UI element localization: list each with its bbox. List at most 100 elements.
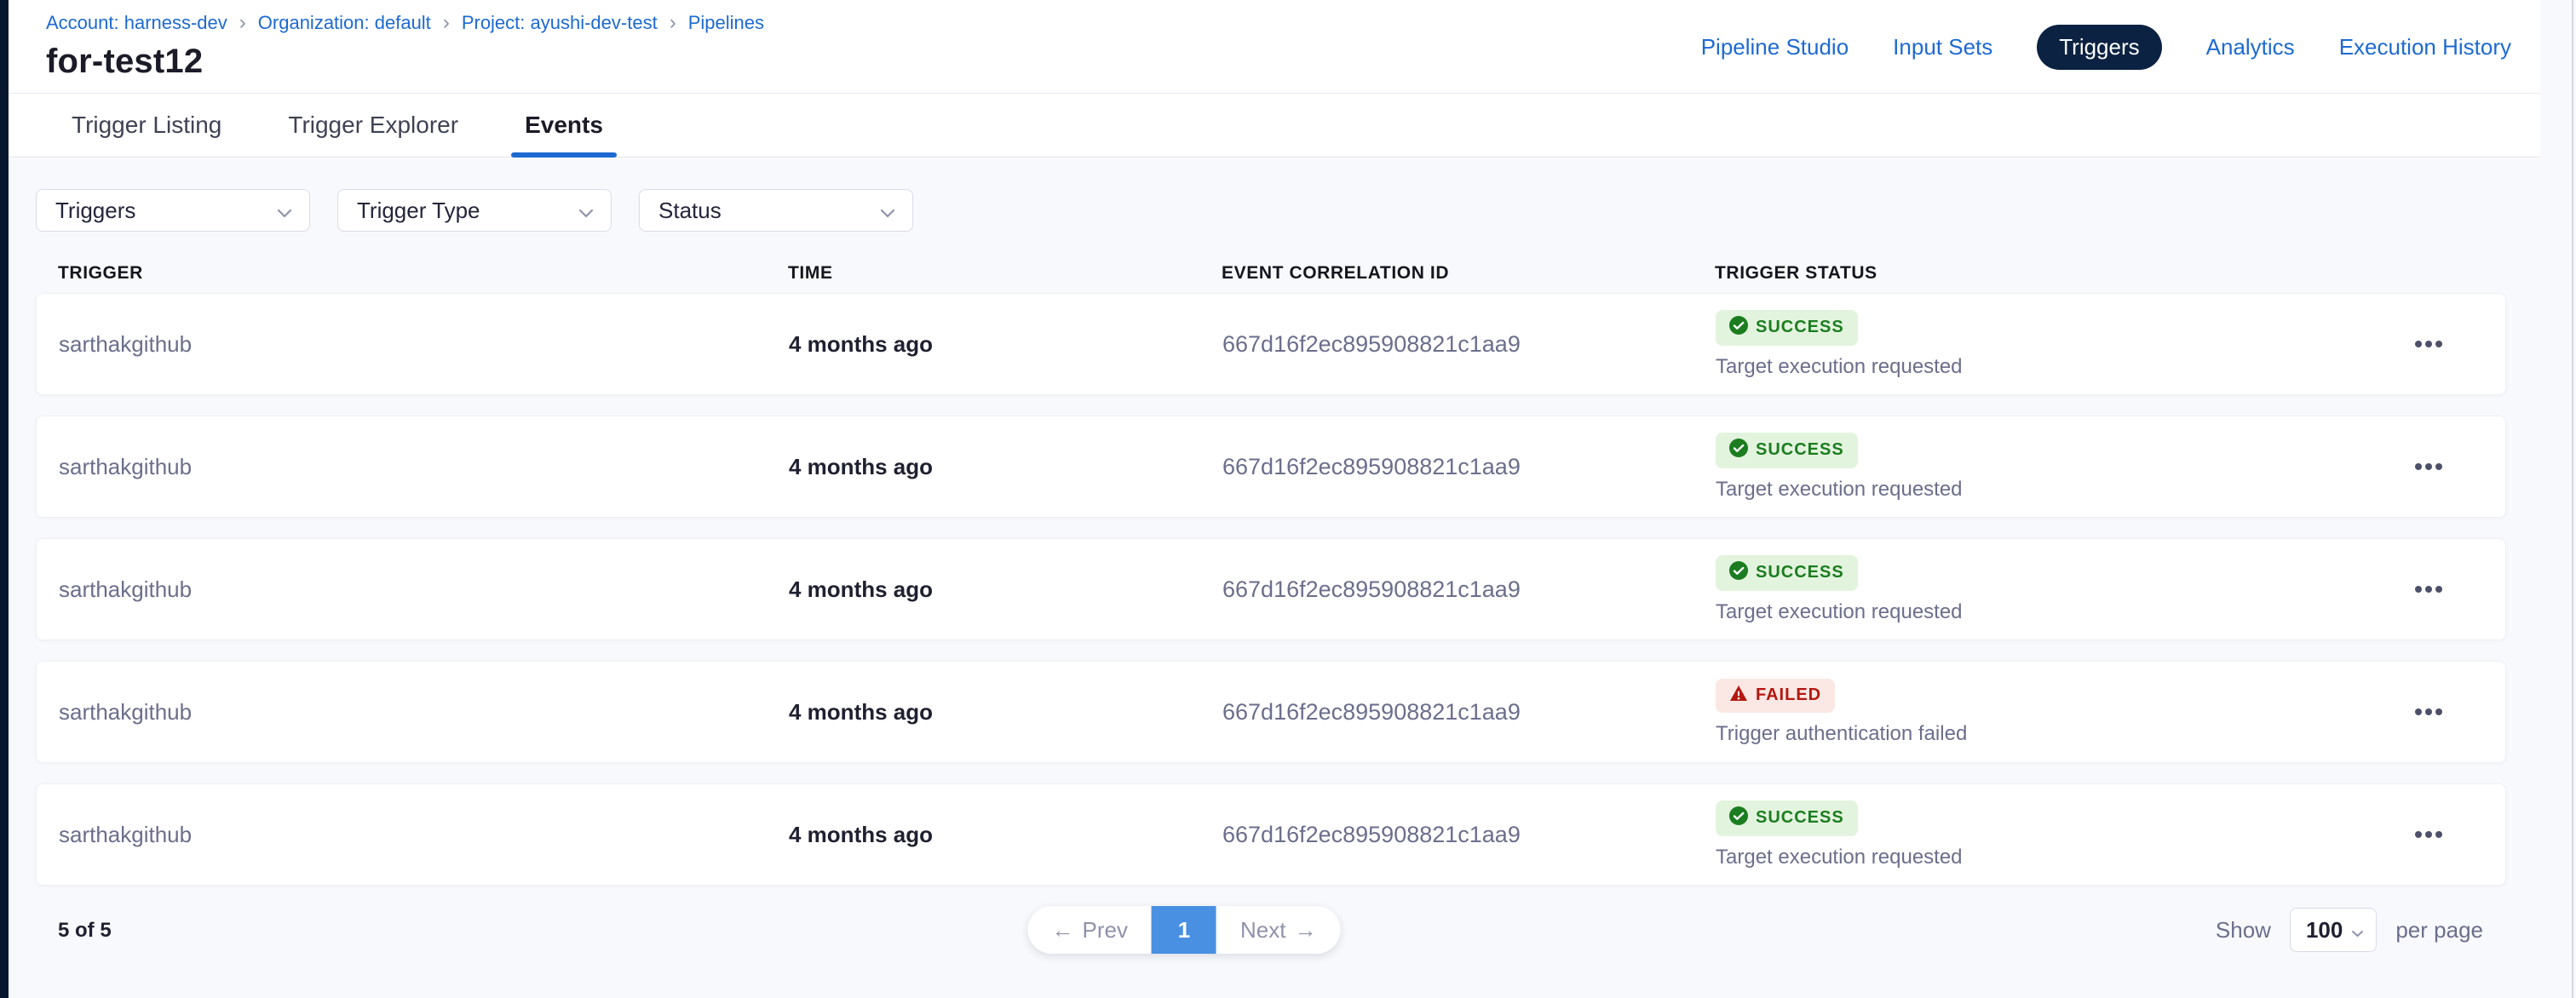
column-header-trigger: TRIGGER bbox=[58, 263, 788, 284]
row-menu-button[interactable] bbox=[2403, 327, 2454, 361]
cell-event-correlation-id: 667d16f2ec895908821c1aa9 bbox=[1222, 822, 1716, 848]
page-count: 5 of 5 bbox=[58, 919, 112, 943]
prev-label: Prev bbox=[1083, 917, 1128, 944]
nav-link-execution-history[interactable]: Execution History bbox=[2339, 34, 2511, 60]
row-menu-button[interactable] bbox=[2403, 817, 2454, 852]
status-badge-label: SUCCESS bbox=[1756, 440, 1844, 460]
cell-trigger-name: sarthakgithub bbox=[59, 576, 789, 603]
row-menu-button[interactable] bbox=[2403, 695, 2454, 729]
cell-trigger-name: sarthakgithub bbox=[59, 699, 789, 726]
check-circle-icon bbox=[1729, 806, 1748, 830]
breadcrumb-pipelines-link[interactable]: Pipelines bbox=[688, 12, 764, 34]
column-header-event-correlation-id: EVENT CORRELATION ID bbox=[1222, 263, 1715, 284]
filter-status-dropdown[interactable]: Status bbox=[639, 189, 913, 232]
next-button[interactable]: Next → bbox=[1216, 906, 1340, 954]
chevron-down-icon bbox=[2351, 917, 2364, 944]
status-badge-label: SUCCESS bbox=[1756, 808, 1844, 828]
status-badge-label: FAILED bbox=[1756, 685, 1821, 705]
breadcrumb-organization-link[interactable]: Organization: default bbox=[258, 12, 431, 34]
pipeline-header: Account: harness-dev › Organization: def… bbox=[9, 0, 2540, 94]
tab-trigger-explorer[interactable]: Trigger Explorer bbox=[274, 94, 472, 157]
tab-trigger-listing[interactable]: Trigger Listing bbox=[58, 94, 235, 157]
status-detail: Target execution requested bbox=[1716, 846, 1963, 869]
pager: ← Prev 1 Next → bbox=[1028, 906, 1341, 954]
cell-trigger-name: sarthakgithub bbox=[59, 822, 789, 848]
events-table: sarthakgithub 4 months ago 667d16f2ec895… bbox=[36, 293, 2506, 886]
cell-time: 4 months ago bbox=[789, 699, 1222, 726]
prev-button[interactable]: ← Prev bbox=[1028, 906, 1152, 954]
status-detail: Target execution requested bbox=[1716, 355, 1963, 379]
tab-events[interactable]: Events bbox=[511, 94, 617, 157]
cell-time: 4 months ago bbox=[789, 576, 1222, 603]
check-circle-icon bbox=[1729, 316, 1748, 340]
next-label: Next bbox=[1240, 917, 1285, 944]
breadcrumb-project-link[interactable]: Project: ayushi-dev-test bbox=[462, 12, 658, 34]
filter-trigger-type-label: Trigger Type bbox=[357, 198, 480, 224]
cell-event-correlation-id: 667d16f2ec895908821c1aa9 bbox=[1222, 454, 1716, 480]
filter-bar: Triggers Trigger Type Status bbox=[36, 189, 2540, 232]
nav-link-triggers[interactable]: Triggers bbox=[2037, 25, 2161, 70]
trigger-tabs: Trigger Listing Trigger Explorer Events bbox=[9, 94, 2540, 158]
breadcrumb-separator: › bbox=[443, 13, 450, 33]
scrollbar-track-line bbox=[2572, 0, 2573, 998]
cell-event-correlation-id: 667d16f2ec895908821c1aa9 bbox=[1222, 331, 1716, 358]
filter-trigger-type-dropdown[interactable]: Trigger Type bbox=[337, 189, 612, 232]
pipeline-top-nav: Pipeline Studio Input Sets Triggers Anal… bbox=[1701, 26, 2511, 68]
pagination: 5 of 5 ← Prev 1 Next → Show 100 per page bbox=[36, 906, 2506, 957]
page-1-button[interactable]: 1 bbox=[1152, 906, 1216, 954]
nav-link-pipeline-studio[interactable]: Pipeline Studio bbox=[1701, 34, 1849, 60]
status-badge: SUCCESS bbox=[1716, 310, 1858, 346]
cell-event-correlation-id: 667d16f2ec895908821c1aa9 bbox=[1222, 699, 1716, 726]
row-menu-button[interactable] bbox=[2403, 572, 2454, 606]
status-badge: SUCCESS bbox=[1716, 555, 1858, 591]
event-row: sarthakgithub 4 months ago 667d16f2ec895… bbox=[36, 783, 2506, 886]
chevron-down-icon bbox=[578, 198, 594, 224]
status-detail: Trigger authentication failed bbox=[1716, 722, 1967, 746]
event-row: sarthakgithub 4 months ago 667d16f2ec895… bbox=[36, 661, 2506, 763]
check-circle-icon bbox=[1729, 561, 1748, 585]
ellipsis-icon bbox=[2415, 708, 2422, 715]
breadcrumb-separator: › bbox=[670, 13, 676, 33]
page-header-panel: Account: harness-dev › Organization: def… bbox=[9, 0, 2540, 158]
chevron-down-icon bbox=[880, 198, 895, 224]
breadcrumb-separator: › bbox=[239, 13, 246, 33]
warning-triangle-icon bbox=[1729, 685, 1748, 707]
nav-link-analytics[interactable]: Analytics bbox=[2206, 34, 2295, 60]
status-detail: Target execution requested bbox=[1716, 600, 1963, 624]
nav-link-input-sets[interactable]: Input Sets bbox=[1893, 34, 1992, 60]
page-size-select[interactable]: 100 bbox=[2290, 908, 2377, 952]
arrow-left-icon: ← bbox=[1052, 917, 1074, 944]
cell-trigger-status: FAILED Trigger authentication failed bbox=[1716, 679, 2403, 746]
left-nav-edge bbox=[0, 0, 9, 998]
page-size-group: Show 100 per page bbox=[2216, 908, 2483, 952]
status-badge: SUCCESS bbox=[1716, 800, 1858, 836]
cell-trigger-name: sarthakgithub bbox=[59, 454, 789, 480]
status-badge: FAILED bbox=[1716, 679, 1835, 713]
status-badge-label: SUCCESS bbox=[1756, 563, 1844, 582]
ellipsis-icon bbox=[2415, 586, 2422, 593]
events-table-header: TRIGGER TIME EVENT CORRELATION ID TRIGGE… bbox=[36, 254, 2506, 293]
ellipsis-icon bbox=[2415, 341, 2422, 347]
cell-trigger-status: SUCCESS Target execution requested bbox=[1716, 800, 2403, 869]
filter-triggers-dropdown[interactable]: Triggers bbox=[36, 189, 310, 232]
cell-trigger-name: sarthakgithub bbox=[59, 331, 789, 358]
show-label: Show bbox=[2216, 917, 2271, 944]
event-row: sarthakgithub 4 months ago 667d16f2ec895… bbox=[36, 293, 2506, 395]
ellipsis-icon bbox=[2415, 831, 2422, 838]
status-detail: Target execution requested bbox=[1716, 478, 1963, 502]
ellipsis-icon bbox=[2415, 463, 2422, 470]
event-row: sarthakgithub 4 months ago 667d16f2ec895… bbox=[36, 416, 2506, 518]
chevron-down-icon bbox=[277, 198, 292, 224]
cell-time: 4 months ago bbox=[789, 822, 1222, 848]
row-menu-button[interactable] bbox=[2403, 450, 2454, 484]
filter-status-label: Status bbox=[658, 198, 722, 224]
status-badge: SUCCESS bbox=[1716, 433, 1858, 468]
cell-time: 4 months ago bbox=[789, 331, 1222, 358]
arrow-right-icon: → bbox=[1294, 917, 1316, 944]
cell-trigger-status: SUCCESS Target execution requested bbox=[1716, 555, 2403, 624]
cell-event-correlation-id: 667d16f2ec895908821c1aa9 bbox=[1222, 576, 1716, 603]
check-circle-icon bbox=[1729, 439, 1748, 462]
column-header-trigger-status: TRIGGER STATUS bbox=[1715, 263, 2404, 284]
page-size-value: 100 bbox=[2306, 917, 2343, 944]
breadcrumb-account-link[interactable]: Account: harness-dev bbox=[46, 12, 227, 34]
